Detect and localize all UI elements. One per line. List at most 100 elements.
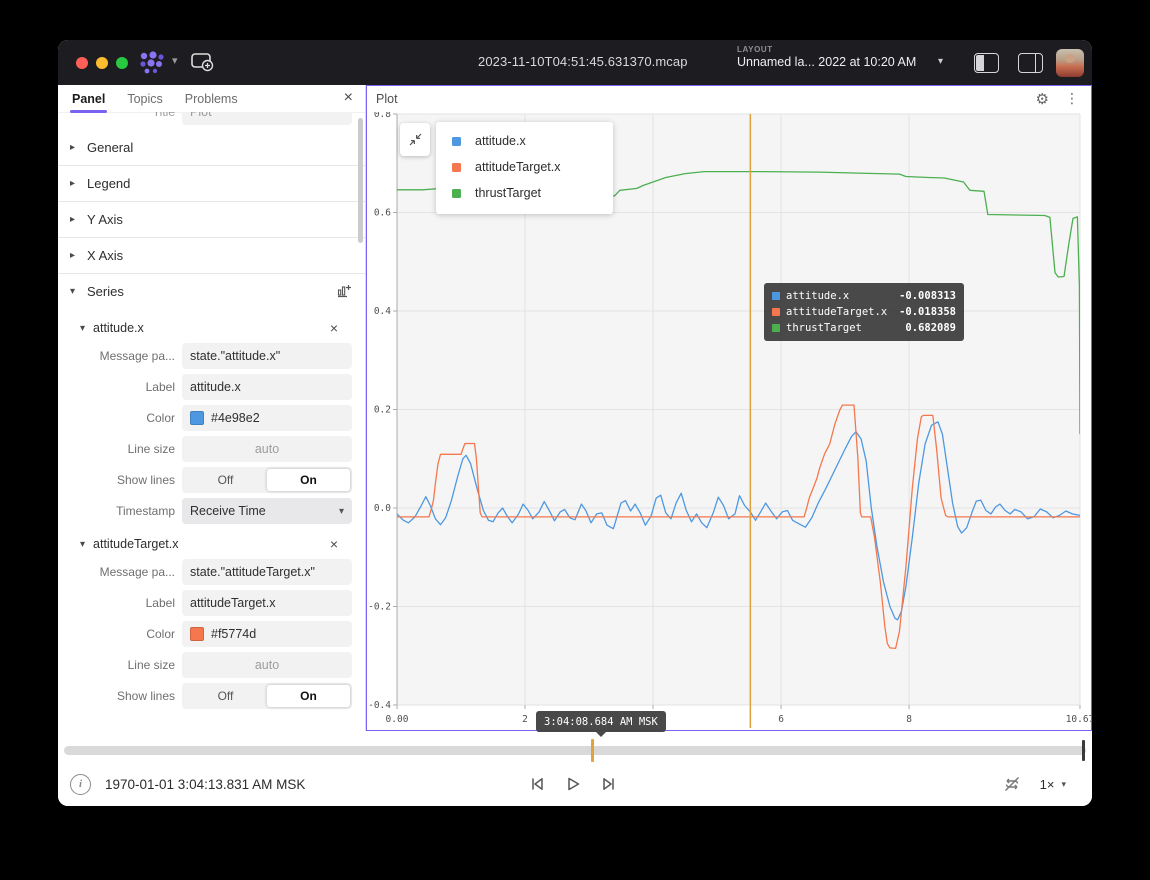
section-label: General [87, 140, 133, 155]
plot-legend: attitude.x attitudeTarget.x thrustTarget [436, 122, 613, 214]
caret-down-icon: ▾ [70, 286, 78, 297]
svg-text:0.8: 0.8 [374, 112, 391, 120]
playhead-handle[interactable] [1082, 740, 1085, 761]
tab-problems[interactable]: Problems [185, 92, 238, 106]
section-x-axis[interactable]: ▸ X Axis [58, 238, 365, 274]
settings-sidebar: Panel Topics Problems × Title Plot ▸ Gen… [58, 85, 366, 731]
legend-item[interactable]: attitudeTarget.x [436, 154, 613, 180]
tooltip-label: attitudeTarget.x [786, 306, 899, 318]
foxglove-logo-icon[interactable] [138, 51, 168, 80]
add-series-icon[interactable] [336, 283, 352, 302]
color-swatch[interactable] [190, 411, 204, 425]
section-y-axis[interactable]: ▸ Y Axis [58, 202, 365, 238]
scrub-hover-marker[interactable] [591, 739, 594, 762]
legend-swatch [452, 163, 461, 172]
play-button[interactable] [564, 775, 582, 793]
close-window-button[interactable] [76, 57, 88, 69]
section-label: Y Axis [87, 212, 123, 227]
add-panel-icon[interactable] [190, 52, 214, 77]
sidebar-scrollbar[interactable] [358, 118, 363, 243]
section-series[interactable]: ▾ Series [58, 274, 365, 309]
zoom-window-button[interactable] [116, 57, 128, 69]
seek-end-button[interactable] [600, 775, 618, 793]
tooltip-swatch [772, 308, 780, 316]
collapse-legend-button[interactable] [400, 123, 430, 156]
message-path-input[interactable]: state."attitudeTarget.x" [182, 559, 352, 585]
loop-off-icon[interactable] [1002, 774, 1022, 794]
legend-item[interactable]: thrustTarget [436, 180, 613, 206]
legend-item[interactable]: attitude.x [436, 128, 613, 154]
gear-icon[interactable]: ⚙ [1036, 90, 1049, 108]
field-label: Label [58, 380, 182, 394]
message-path-input[interactable]: state."attitude.x" [182, 343, 352, 369]
line-size-input[interactable]: auto [182, 652, 352, 678]
tab-panel[interactable]: Panel [72, 92, 105, 106]
layout-chevron-icon[interactable]: ▾ [938, 56, 943, 67]
close-sidebar-icon[interactable]: × [344, 88, 353, 108]
tab-topics[interactable]: Topics [127, 92, 162, 106]
show-lines-off[interactable]: Off [184, 469, 267, 491]
tooltip-label: thrustTarget [786, 322, 905, 334]
sidebar-scroll: Title Plot ▸ General ▸ Legend ▸ Y Axis [58, 112, 365, 731]
seek-start-button[interactable] [528, 775, 546, 793]
tooltip-swatch [772, 292, 780, 300]
field-label: Line size [58, 658, 182, 672]
plot-panel-title: Plot [376, 92, 1036, 106]
tooltip-row: thrustTarget 0.682089 [772, 320, 956, 336]
title-field-input[interactable]: Plot [182, 112, 352, 125]
right-sidebar-toggle-icon[interactable] [1018, 53, 1043, 73]
svg-text:0.0: 0.0 [374, 503, 391, 514]
color-swatch[interactable] [190, 627, 204, 641]
show-lines-on[interactable]: On [267, 685, 350, 707]
section-general[interactable]: ▸ General [58, 130, 365, 166]
svg-text:-0.4: -0.4 [368, 700, 391, 711]
playback-speed[interactable]: 1× ▾ [1040, 777, 1066, 792]
speed-caret-icon: ▾ [1061, 779, 1066, 790]
remove-series-icon[interactable]: × [330, 320, 338, 336]
playback-right-controls: 1× ▾ [1002, 774, 1066, 794]
layout-selector[interactable]: LAYOUT Unnamed la... 2022 at 10:20 AM [737, 45, 916, 69]
remove-series-icon[interactable]: × [330, 536, 338, 552]
timestamp-select[interactable]: Receive Time ▾ [182, 498, 352, 524]
sidebar-tabbar: Panel Topics Problems × [58, 85, 365, 113]
app-window: ▾ 2023-11-10T04:51:45.631370.mcap LAYOUT… [58, 40, 1092, 806]
data-source-chevron-icon[interactable]: ▾ [172, 54, 178, 67]
main-area: Panel Topics Problems × Title Plot ▸ Gen… [58, 85, 1092, 731]
svg-text:10.67: 10.67 [1066, 714, 1091, 725]
tooltip-value: -0.018358 [899, 306, 956, 318]
label-input[interactable]: attitude.x [182, 374, 352, 400]
plot-panel: Plot ⚙ ⋮ 0.80.60.40.20.0-0.2-0.40.002468… [366, 85, 1092, 731]
layout-name: Unnamed la... 2022 at 10:20 AM [737, 55, 916, 69]
show-lines-toggle: Off On [182, 467, 352, 493]
color-input[interactable]: #4e98e2 [182, 405, 352, 431]
label-row: Label attitudeTarget.x [58, 590, 352, 616]
user-avatar[interactable] [1056, 49, 1084, 77]
section-label: Legend [87, 176, 130, 191]
show-lines-on[interactable]: On [267, 469, 350, 491]
legend-label: thrustTarget [475, 186, 541, 200]
svg-text:0.2: 0.2 [374, 405, 391, 416]
kebab-menu-icon[interactable]: ⋮ [1065, 91, 1079, 107]
line-size-input[interactable]: auto [182, 436, 352, 462]
select-caret-icon: ▾ [339, 506, 344, 517]
legend-label: attitude.x [475, 134, 526, 148]
show-lines-off[interactable]: Off [184, 685, 267, 707]
section-legend[interactable]: ▸ Legend [58, 166, 365, 202]
svg-text:0.00: 0.00 [386, 714, 409, 725]
caret-right-icon: ▸ [70, 142, 78, 153]
info-icon[interactable]: i [70, 774, 91, 795]
field-label: Label [58, 596, 182, 610]
svg-text:0.4: 0.4 [374, 306, 391, 317]
legend-label: attitudeTarget.x [475, 160, 560, 174]
color-row: Color #4e98e2 [58, 405, 352, 431]
field-label: Color [58, 627, 182, 641]
series-attitude-target-x-header[interactable]: ▾ attitudeTarget.x × [58, 529, 365, 559]
label-input[interactable]: attitudeTarget.x [182, 590, 352, 616]
left-sidebar-toggle-icon[interactable] [974, 53, 999, 73]
timeline-scrubber[interactable] [64, 746, 1086, 755]
minimize-window-button[interactable] [96, 57, 108, 69]
color-input[interactable]: #f5774d [182, 621, 352, 647]
line-size-row: Line size auto [58, 436, 352, 462]
series-attitude-x-header[interactable]: ▾ attitude.x × [58, 313, 365, 343]
caret-down-icon: ▾ [80, 323, 85, 334]
